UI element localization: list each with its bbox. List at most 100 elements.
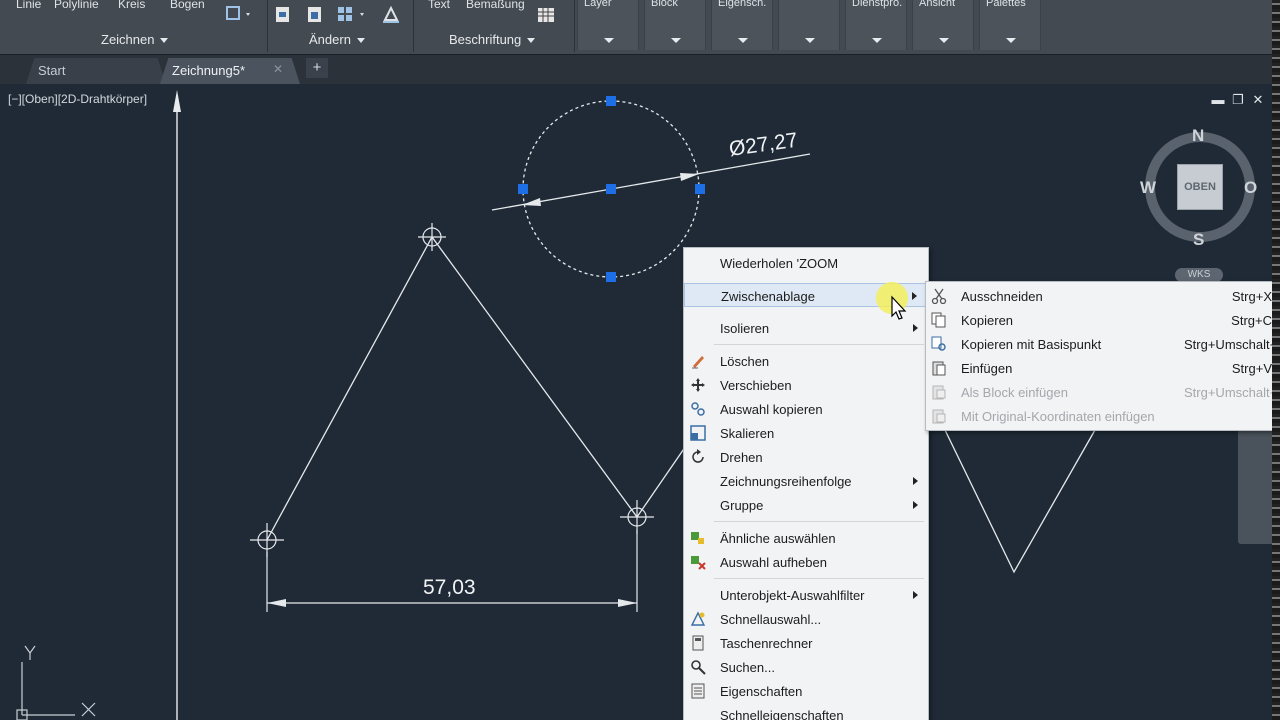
menu-item-erase[interactable]: Löschen bbox=[684, 349, 928, 373]
panel-annotation-title[interactable]: Beschriftung bbox=[449, 32, 536, 47]
panel-modify-title[interactable]: Ändern bbox=[309, 32, 365, 47]
ribbon-utilities-dropdown[interactable]: Dienstpro. bbox=[845, 0, 907, 50]
compass-north[interactable]: N bbox=[1192, 126, 1204, 146]
file-tab-bar: Start Zeichnung5* ✕ bbox=[0, 54, 1280, 84]
menu-item-draw-order[interactable]: Zeichnungsreihenfolge bbox=[684, 469, 928, 493]
compass-west[interactable]: W bbox=[1140, 178, 1156, 198]
compass-east[interactable]: O bbox=[1244, 178, 1257, 198]
linear-dimension-text[interactable]: 57,03 bbox=[423, 576, 476, 600]
ucs-icon bbox=[16, 645, 96, 720]
submenu-arrow-icon bbox=[913, 501, 918, 509]
submenu-arrow-icon bbox=[913, 477, 918, 485]
ribbon-circle-label[interactable]: Kreis bbox=[118, 0, 145, 11]
submenu-item-cut[interactable]: Ausschneiden Strg+X bbox=[926, 284, 1274, 308]
dropdown-arrow-icon bbox=[805, 38, 815, 43]
ribbon-polyline-label[interactable]: Polylinie bbox=[54, 0, 99, 11]
tab-start[interactable]: Start bbox=[26, 58, 166, 84]
menu-item-label: Suchen... bbox=[720, 660, 775, 675]
dropdown-label: Block bbox=[651, 0, 678, 9]
menu-separator bbox=[714, 521, 924, 522]
menu-item-scale[interactable]: Skalieren bbox=[684, 421, 928, 445]
submenu-item-label: Als Block einfügen bbox=[961, 385, 1068, 400]
viewport-label[interactable]: [−][Oben][2D-Drahtkörper] bbox=[8, 92, 147, 106]
properties-icon bbox=[691, 683, 705, 699]
viewport-window-controls: ▬ ❐ ✕ bbox=[1208, 92, 1268, 108]
menu-item-label: Auswahl aufheben bbox=[720, 555, 827, 570]
menu-item-properties[interactable]: Eigenschaften bbox=[684, 679, 928, 703]
submenu-item-copy[interactable]: Kopieren Strg+C bbox=[926, 308, 1274, 332]
submenu-item-shortcut: Strg+C bbox=[1231, 313, 1272, 328]
menu-item-select-similar[interactable]: Ähnliche auswählen bbox=[684, 526, 928, 550]
trim-icon[interactable] bbox=[274, 4, 292, 26]
menu-item-label: Isolieren bbox=[720, 321, 770, 336]
ribbon-arc-label[interactable]: Bogen bbox=[170, 0, 205, 11]
menu-item-subobject-filter[interactable]: Unterobjekt-Auswahlfilter bbox=[684, 583, 928, 607]
ribbon-palettes-dropdown[interactable]: Palettes bbox=[979, 0, 1041, 50]
menu-item-rotate[interactable]: Drehen bbox=[684, 445, 928, 469]
v-polyline bbox=[944, 429, 1096, 574]
menu-item-label: Unterobjekt-Auswahlfilter bbox=[720, 588, 865, 603]
fillet-icon[interactable] bbox=[306, 4, 324, 26]
copy-basepoint-icon bbox=[931, 336, 946, 351]
ribbon-layer-dropdown[interactable]: Layer bbox=[577, 0, 639, 50]
menu-item-label: Zeichnungsreihenfolge bbox=[720, 474, 852, 489]
panel-draw-title[interactable]: Zeichnen bbox=[101, 32, 169, 47]
compass-south[interactable]: S bbox=[1193, 230, 1204, 250]
dropdown-arrow-icon bbox=[604, 38, 614, 43]
tab-start-label: Start bbox=[38, 63, 66, 78]
scale-icon bbox=[690, 425, 706, 441]
menu-item-deselect[interactable]: Auswahl aufheben bbox=[684, 550, 928, 574]
tab-close-icon[interactable]: ✕ bbox=[273, 62, 283, 76]
submenu-item-paste[interactable]: Einfügen Strg+V bbox=[926, 356, 1274, 380]
diameter-arrow-right bbox=[680, 173, 699, 181]
ribbon-block-dropdown[interactable]: Block bbox=[644, 0, 706, 50]
menu-item-label: Löschen bbox=[720, 354, 770, 369]
calculator-icon bbox=[692, 635, 704, 651]
menu-item-label: Schnellauswahl... bbox=[720, 612, 822, 627]
menu-item-quick-properties[interactable]: Schnelleigenschaften bbox=[684, 703, 928, 720]
array-icon[interactable] bbox=[336, 4, 370, 26]
minimize-icon[interactable]: ▬ bbox=[1208, 92, 1228, 107]
dropdown-arrow-icon bbox=[738, 38, 748, 43]
zoom-window-icon[interactable] bbox=[224, 4, 254, 26]
menu-item-label: Taschenrechner bbox=[720, 636, 813, 651]
grips bbox=[518, 96, 705, 282]
viewcube[interactable]: N S W O OBEN bbox=[1140, 126, 1260, 249]
menu-item-quick-select[interactable]: Schnellauswahl... bbox=[684, 607, 928, 631]
menu-item-label: Verschieben bbox=[720, 378, 792, 393]
mirror-icon[interactable] bbox=[382, 4, 400, 26]
dim-arrow-left bbox=[267, 599, 286, 607]
menu-item-calculator[interactable]: Taschenrechner bbox=[684, 631, 928, 655]
menu-item-repeat-zoom[interactable]: Wiederholen 'ZOOM bbox=[684, 251, 928, 275]
submenu-item-label: Ausschneiden bbox=[961, 289, 1043, 304]
submenu-arrow-icon bbox=[913, 591, 918, 599]
panel-modify-label: Ändern bbox=[309, 32, 351, 47]
submenu-item-shortcut: Strg+Umschalt+C bbox=[1184, 337, 1272, 352]
wcs-menu[interactable]: WKS bbox=[1175, 268, 1223, 282]
submenu-item-shortcut: Strg+X bbox=[1231, 289, 1272, 304]
close-icon[interactable]: ✕ bbox=[1248, 92, 1268, 108]
menu-item-group[interactable]: Gruppe bbox=[684, 493, 928, 517]
menu-item-copy-selection[interactable]: Auswahl kopieren bbox=[684, 397, 928, 421]
submenu-arrow-icon bbox=[913, 324, 918, 332]
chevron-down-icon bbox=[356, 38, 365, 44]
ribbon-view-dropdown[interactable]: Ansicht bbox=[912, 0, 974, 50]
ribbon-properties-dropdown[interactable]: Eigensch. bbox=[711, 0, 773, 50]
copy-icon bbox=[931, 312, 946, 328]
menu-item-find[interactable]: Suchen... bbox=[684, 655, 928, 679]
new-tab-button[interactable]: + bbox=[306, 58, 328, 78]
ribbon-dimension-label[interactable]: Bemaßung bbox=[466, 0, 525, 11]
table-icon[interactable] bbox=[537, 6, 555, 28]
restore-icon[interactable]: ❐ bbox=[1228, 92, 1248, 108]
move-icon bbox=[691, 378, 705, 392]
navigation-bar[interactable] bbox=[1238, 430, 1274, 544]
submenu-item-copy-basepoint[interactable]: Kopieren mit Basispunkt Strg+Umschalt+C bbox=[926, 332, 1274, 356]
chevron-down-icon bbox=[160, 38, 169, 44]
menu-item-move[interactable]: Verschieben bbox=[684, 373, 928, 397]
ribbon-groups-dropdown[interactable] bbox=[778, 0, 840, 50]
ribbon-text-label[interactable]: Text bbox=[428, 0, 450, 11]
ribbon-separator bbox=[413, 0, 414, 52]
ribbon-line-label[interactable]: Linie bbox=[16, 0, 41, 11]
viewcube-top-face[interactable]: OBEN bbox=[1177, 164, 1223, 210]
clipboard-submenu: Ausschneiden Strg+X Kopieren Strg+C Kopier… bbox=[925, 281, 1275, 431]
